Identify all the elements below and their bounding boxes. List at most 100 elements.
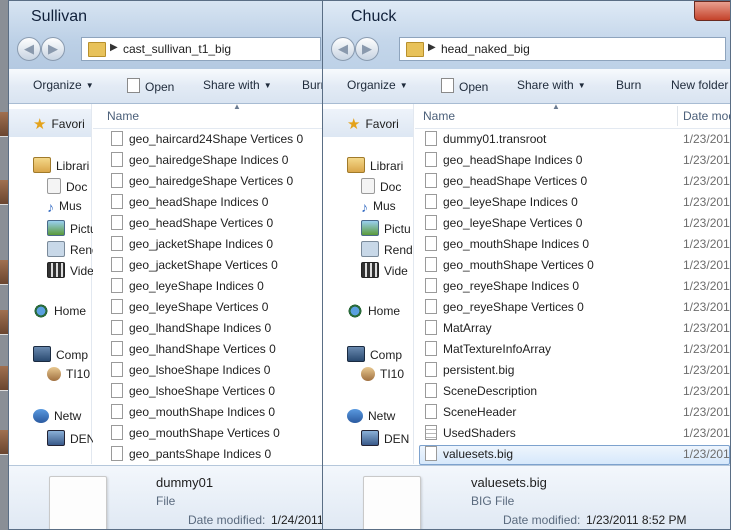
nav-network-computer[interactable]: DEN	[361, 430, 409, 446]
back-button[interactable]: ◀	[331, 37, 355, 61]
open-button[interactable]: Open	[127, 78, 174, 94]
file-row[interactable]: geo_leyeShape Indices 0	[93, 276, 325, 297]
file-row[interactable]: geo_lshoeShape Indices 0	[93, 360, 325, 381]
file-row[interactable]: dummy01.transroot 1/23/2011	[415, 129, 730, 150]
address-bar[interactable]: ▶ head_naked_big	[399, 37, 726, 61]
breadcrumb-chevron-icon[interactable]: ▶	[110, 42, 118, 53]
dropdown-caret-icon: ▼	[577, 81, 586, 90]
file-row[interactable]: geo_headShape Indices 0	[93, 192, 325, 213]
nav-drive[interactable]: TI10	[47, 367, 90, 381]
file-row[interactable]: geo_headShape Indices 0 1/23/2011	[415, 150, 730, 171]
file-row[interactable]: geo_hairedgeShape Vertices 0	[93, 171, 325, 192]
nav-libraries[interactable]: Librari	[33, 157, 89, 173]
nav-rendered[interactable]: Rend	[47, 241, 99, 257]
explorer-window-sullivan[interactable]: Sullivan ◀ ▶ ▶ cast_sullivan_t1_big Orga…	[8, 0, 326, 530]
new-folder-button[interactable]: New folder	[671, 78, 728, 92]
close-button[interactable]	[694, 1, 730, 21]
file-row[interactable]: geo_hairedgeShape Indices 0	[93, 150, 325, 171]
address-path[interactable]: cast_sullivan_t1_big	[123, 42, 231, 56]
column-header-date[interactable]: Date mod	[683, 109, 730, 123]
nav-computer[interactable]: Comp	[33, 346, 88, 362]
file-row[interactable]: geo_leyeShape Vertices 0	[93, 297, 325, 318]
file-icon	[111, 341, 123, 356]
nav-music[interactable]: ♪ Mus	[361, 199, 396, 215]
title-bar[interactable]: Chuck ◀ ▶ ▶ head_naked_big	[323, 1, 730, 69]
file-row[interactable]: MatArray 1/23/2011	[415, 318, 730, 339]
file-row[interactable]: SceneDescription 1/23/2011	[415, 381, 730, 402]
nav-label: Librari	[370, 159, 404, 173]
file-row[interactable]: geo_mouthShape Vertices 0	[93, 423, 325, 444]
nav-network[interactable]: Netw	[33, 409, 81, 423]
file-row[interactable]: geo_pantsShape Indices 0	[93, 444, 325, 465]
explorer-window-chuck[interactable]: Chuck ◀ ▶ ▶ head_naked_big Organize ▼ Ope…	[322, 0, 731, 530]
nav-drive[interactable]: TI10	[361, 367, 404, 381]
file-row[interactable]: geo_mouthShape Vertices 0 1/23/2011	[415, 255, 730, 276]
address-path[interactable]: head_naked_big	[441, 42, 530, 56]
file-list[interactable]: geo_haircard24Shape Vertices 0 geo_haired…	[93, 129, 325, 465]
title-bar[interactable]: Sullivan ◀ ▶ ▶ cast_sullivan_t1_big	[9, 1, 325, 69]
file-name: geo_reyeShape Vertices 0	[443, 300, 584, 314]
burn-button[interactable]: Burn	[616, 78, 641, 92]
file-row[interactable]: geo_mouthShape Indices 0	[93, 402, 325, 423]
nav-favorites[interactable]: ★ Favori	[33, 115, 85, 133]
nav-label: Home	[54, 304, 87, 318]
nav-documents[interactable]: Doc	[361, 178, 401, 194]
share-with-button[interactable]: Share with ▼	[517, 78, 586, 92]
nav-label: Home	[368, 304, 401, 318]
column-divider[interactable]	[677, 106, 678, 126]
file-row[interactable]: geo_lshoeShape Vertices 0	[93, 381, 325, 402]
organize-button[interactable]: Organize ▼	[33, 78, 94, 92]
file-row[interactable]: geo_mouthShape Indices 0 1/23/2011	[415, 234, 730, 255]
nav-homegroup[interactable]: Home	[33, 304, 86, 318]
file-date: 1/23/2011	[683, 426, 730, 440]
nav-videos[interactable]: Vide	[361, 262, 408, 278]
file-row[interactable]: geo_leyeShape Indices 0 1/23/2011	[415, 192, 730, 213]
library-icon	[347, 157, 365, 173]
file-row[interactable]: geo_lhandShape Indices 0	[93, 318, 325, 339]
nav-computer[interactable]: Comp	[347, 346, 402, 362]
forward-button[interactable]: ▶	[355, 37, 379, 61]
forward-arrow-icon: ▶	[362, 41, 372, 56]
file-row[interactable]: geo_lhandShape Vertices 0	[93, 339, 325, 360]
column-header-name[interactable]: Name	[107, 109, 139, 123]
file-name: geo_pantsShape Indices 0	[129, 447, 272, 461]
nav-network-computer[interactable]: DEN	[47, 430, 95, 446]
nav-pictures[interactable]: Pictu	[47, 220, 97, 236]
nav-homegroup[interactable]: Home	[347, 304, 400, 318]
nav-rendered[interactable]: Rend	[361, 241, 413, 257]
file-row[interactable]: persistent.big 1/23/2011	[415, 360, 730, 381]
nav-libraries[interactable]: Librari	[347, 157, 403, 173]
file-row[interactable]: geo_jacketShape Vertices 0	[93, 255, 325, 276]
breadcrumb-chevron-icon[interactable]: ▶	[428, 42, 436, 53]
file-row[interactable]: UsedShaders 1/23/2011	[415, 423, 730, 444]
organize-button[interactable]: Organize ▼	[347, 78, 408, 92]
nav-network[interactable]: Netw	[347, 409, 395, 423]
file-row[interactable]: geo_headShape Vertices 0	[93, 213, 325, 234]
forward-button[interactable]: ▶	[41, 37, 65, 61]
file-name: dummy01.transroot	[443, 132, 547, 146]
file-row[interactable]: MatTextureInfoArray 1/23/2011	[415, 339, 730, 360]
file-row[interactable]: geo_jacketShape Indices 0	[93, 234, 325, 255]
nav-pictures[interactable]: Pictu	[361, 220, 411, 236]
file-row[interactable]: geo_haircard24Shape Vertices 0	[93, 129, 325, 150]
nav-videos[interactable]: Vide	[47, 262, 94, 278]
file-icon	[111, 173, 123, 188]
file-row[interactable]: SceneHeader 1/23/2011	[415, 402, 730, 423]
file-row[interactable]: geo_reyeShape Vertices 0 1/23/2011	[415, 297, 730, 318]
share-with-button[interactable]: Share with ▼	[203, 78, 272, 92]
back-button[interactable]: ◀	[17, 37, 41, 61]
nav-label: Vide	[70, 264, 94, 278]
nav-favorites[interactable]: ★ Favori	[347, 115, 399, 133]
file-row[interactable]: geo_headShape Vertices 0 1/23/2011	[415, 171, 730, 192]
file-row[interactable]: geo_reyeShape Indices 0 1/23/2011	[415, 276, 730, 297]
open-button[interactable]: Open	[441, 78, 488, 94]
file-row[interactable]: geo_leyeShape Vertices 0 1/23/2011	[415, 213, 730, 234]
file-row-selected[interactable]: valuesets.big 1/23/2011	[415, 444, 730, 465]
nav-music[interactable]: ♪ Mus	[47, 199, 82, 215]
file-date: 1/23/2011	[683, 216, 730, 230]
file-icon	[111, 215, 123, 230]
file-list[interactable]: dummy01.transroot1/23/2011geo_headShape …	[415, 129, 730, 465]
nav-documents[interactable]: Doc	[47, 178, 87, 194]
address-bar[interactable]: ▶ cast_sullivan_t1_big	[81, 37, 321, 61]
column-header-name[interactable]: Name	[423, 109, 455, 123]
